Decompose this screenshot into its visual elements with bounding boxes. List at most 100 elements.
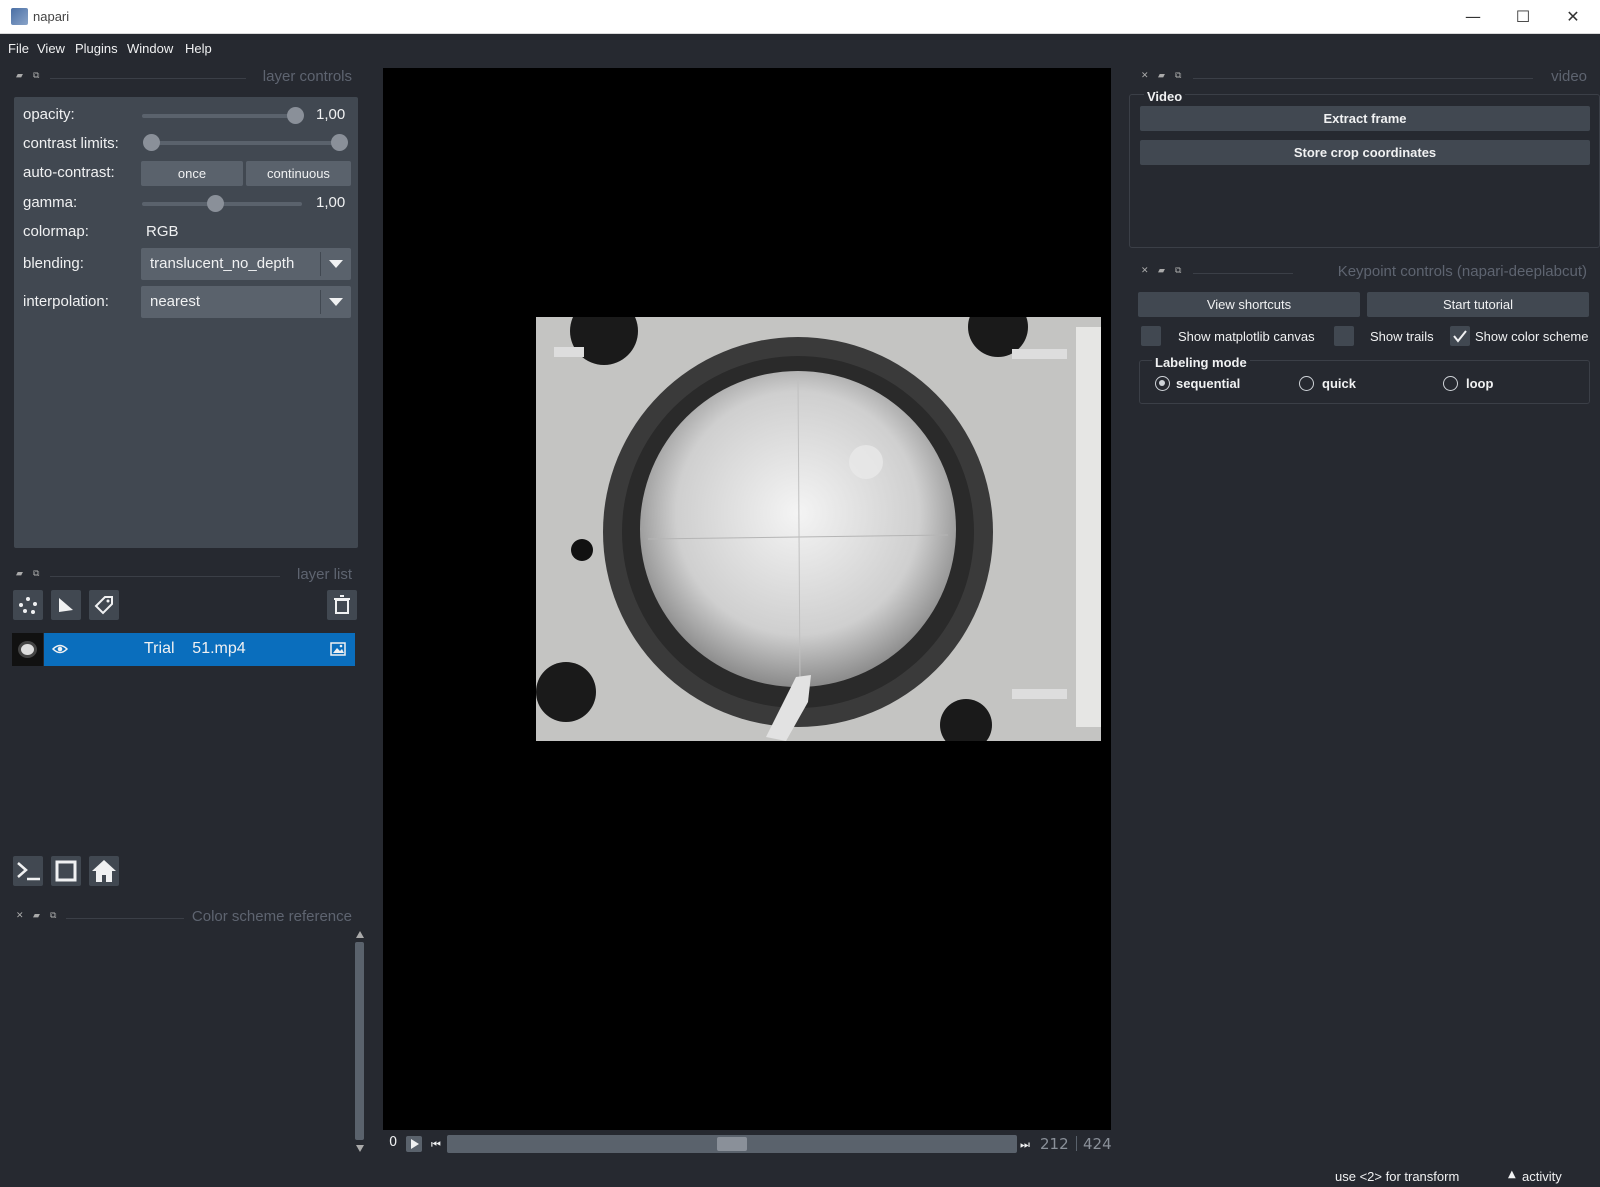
dims-axis-label: 0 (389, 1135, 398, 1150)
image-layer-icon (330, 642, 346, 656)
float-icon[interactable]: ▰ (16, 71, 23, 81)
float-icon[interactable]: ▰ (33, 911, 40, 921)
square-icon (55, 860, 77, 882)
extract-frame-button[interactable]: Extract frame (1140, 106, 1590, 131)
frame-slider[interactable] (447, 1135, 1017, 1153)
sequential-radio[interactable] (1155, 376, 1170, 391)
float-icon[interactable]: ▰ (1158, 71, 1165, 81)
interpolation-label: interpolation: (23, 293, 109, 310)
close-dock-icon[interactable]: ✕ (1141, 266, 1149, 276)
arena-image (536, 317, 1101, 741)
quick-label[interactable]: quick (1322, 376, 1356, 391)
opacity-slider[interactable] (142, 114, 302, 118)
frame-slider-handle[interactable] (717, 1137, 747, 1151)
console-button[interactable] (13, 856, 43, 886)
undock-icon[interactable]: ⧉ (33, 71, 39, 81)
undock-icon[interactable]: ⧉ (1175, 71, 1181, 81)
total-frames: 424 (1083, 1135, 1112, 1153)
blending-dropdown[interactable]: translucent_no_depth (141, 248, 351, 280)
step-forward-icon[interactable]: ⏭ (1020, 1138, 1030, 1152)
start-tutorial-button[interactable]: Start tutorial (1367, 292, 1589, 317)
contrast-limits-label: contrast limits: (23, 135, 119, 152)
maximize-icon[interactable]: ☐ (1498, 0, 1548, 34)
layer-name[interactable]: Trial 51.mp4 (144, 640, 246, 658)
opacity-slider-handle[interactable] (287, 107, 304, 124)
menu-plugins[interactable]: Plugins (75, 41, 118, 56)
scroll-up-icon[interactable] (356, 931, 364, 938)
interpolation-dropdown[interactable]: nearest (141, 286, 351, 318)
scrollbar-thumb[interactable] (355, 942, 364, 1140)
gamma-label: gamma: (23, 194, 78, 211)
contrast-max-handle[interactable] (331, 134, 348, 151)
float-icon[interactable]: ▰ (1158, 266, 1165, 276)
layer-row[interactable]: Trial 51.mp4 (12, 633, 355, 666)
labeling-mode-groupbox: Labeling mode sequential quick loop (1139, 355, 1590, 404)
tag-icon (94, 596, 113, 615)
opacity-value: 1,00 (316, 106, 346, 123)
gamma-value: 1,00 (316, 194, 346, 211)
status-bar: use <2> for transform ▲ activity (0, 1162, 1600, 1187)
layer-controls-panel: opacity: 1,00 contrast limits: auto-cont… (14, 97, 358, 548)
new-labels-layer-button[interactable] (89, 590, 119, 620)
activity-button[interactable]: activity (1522, 1169, 1562, 1184)
menu-bar: File View Plugins Window Help (0, 34, 1600, 64)
layer-controls-title: layer controls (262, 68, 352, 85)
color-scheme-scrollbar[interactable] (353, 931, 366, 1153)
scroll-down-icon[interactable] (356, 1145, 364, 1152)
sequential-label[interactable]: sequential (1176, 376, 1240, 391)
show-matplotlib-checkbox[interactable] (1141, 326, 1161, 346)
float-icon[interactable]: ▰ (16, 569, 23, 579)
loop-radio[interactable] (1443, 376, 1458, 391)
terminal-icon (17, 862, 40, 881)
status-hint: use <2> for transform (1335, 1169, 1460, 1184)
viewer-canvas[interactable] (383, 68, 1111, 1130)
show-color-scheme-checkbox[interactable] (1450, 326, 1470, 346)
shapes-icon (59, 598, 73, 612)
undock-icon[interactable]: ⧉ (1175, 266, 1181, 276)
opacity-label: opacity: (23, 106, 75, 123)
undock-icon[interactable]: ⧉ (33, 569, 39, 579)
quick-radio[interactable] (1299, 376, 1314, 391)
play-button[interactable] (406, 1136, 422, 1152)
new-points-layer-button[interactable] (13, 590, 43, 620)
reset-view-button[interactable] (89, 856, 119, 886)
video-group-title: Video (1144, 89, 1186, 104)
delete-layer-button[interactable] (327, 590, 357, 620)
video-dock-header: ✕ ▰ ⧉ video (1141, 68, 1591, 88)
minimize-icon[interactable]: — (1448, 0, 1498, 34)
loop-label[interactable]: loop (1466, 376, 1493, 391)
auto-contrast-label: auto-contrast: (23, 164, 115, 181)
eye-icon[interactable] (52, 643, 68, 655)
toggle-ndisplay-button[interactable] (51, 856, 81, 886)
contrast-min-handle[interactable] (143, 134, 160, 151)
menu-file[interactable]: File (8, 41, 29, 56)
auto-contrast-continuous-button[interactable]: continuous (246, 161, 351, 186)
menu-window[interactable]: Window (127, 41, 173, 56)
close-dock-icon[interactable]: ✕ (1141, 71, 1149, 81)
layer-list-dock-header: ▰ ⧉ layer list (14, 566, 354, 586)
video-frame-image[interactable] (536, 317, 1101, 741)
view-shortcuts-button[interactable]: View shortcuts (1138, 292, 1360, 317)
color-scheme-dock-header: ✕ ▰ ⧉ Color scheme reference (14, 908, 354, 928)
video-dock-title: video (1551, 68, 1587, 85)
layer-list-title: layer list (296, 566, 352, 583)
layer-item-selected[interactable]: Trial 51.mp4 (44, 633, 355, 666)
window-title: napari (33, 9, 70, 24)
menu-view[interactable]: View (37, 41, 65, 56)
new-shapes-layer-button[interactable] (51, 590, 81, 620)
auto-contrast-once-button[interactable]: once (141, 161, 243, 186)
close-icon[interactable]: ✕ (1548, 0, 1598, 34)
step-back-icon[interactable]: ⏮ (431, 1138, 441, 1152)
close-dock-icon[interactable]: ✕ (16, 911, 24, 921)
gamma-slider-handle[interactable] (207, 195, 224, 212)
contrast-limits-slider[interactable] (151, 141, 341, 145)
layer-thumbnail (12, 633, 43, 666)
play-icon (411, 1139, 419, 1149)
show-trails-checkbox[interactable] (1334, 326, 1354, 346)
undock-icon[interactable]: ⧉ (50, 911, 56, 921)
menu-help[interactable]: Help (185, 41, 212, 56)
blending-value: translucent_no_depth (150, 255, 295, 272)
store-crop-coordinates-button[interactable]: Store crop coordinates (1140, 140, 1590, 165)
current-frame[interactable]: 212 (1040, 1135, 1069, 1153)
caret-up-icon[interactable]: ▲ (1508, 1169, 1516, 1180)
